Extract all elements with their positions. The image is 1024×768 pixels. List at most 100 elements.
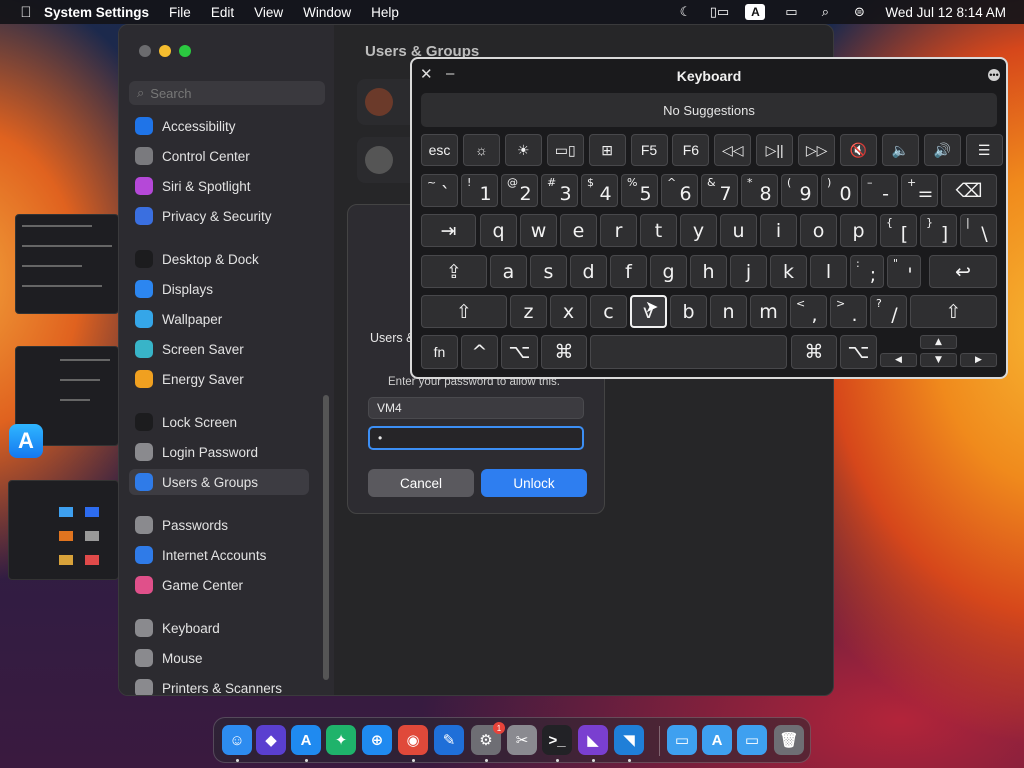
trash-icon[interactable]: 🗑 — [774, 725, 804, 755]
key-=[interactable]: + = — [901, 174, 938, 207]
play-pause-key[interactable]: ▷|| — [756, 134, 794, 166]
arrow-right-key[interactable]: ▶ — [960, 353, 997, 367]
key-punct-0[interactable]: :; — [850, 255, 884, 288]
key-j[interactable]: j — [730, 255, 767, 288]
app-menu[interactable]: System Settings — [44, 5, 149, 20]
key-punct-1[interactable]: " ' — [887, 255, 921, 288]
key-l[interactable]: l — [810, 255, 847, 288]
key--[interactable]: – - — [861, 174, 898, 207]
right-command-key[interactable]: ⌘ — [791, 335, 837, 369]
return-key[interactable]: ↩ — [929, 255, 997, 288]
volume-up-key[interactable]: 🔊 — [923, 134, 961, 166]
key-g[interactable]: g — [650, 255, 687, 288]
folder-icon[interactable]: ▭ — [667, 725, 697, 755]
key-8[interactable]: * 8 — [741, 174, 778, 207]
close-window-button[interactable] — [139, 45, 151, 57]
caps-lock-key[interactable]: ⇪ — [421, 255, 487, 288]
right-shift-key[interactable]: ⇧ — [910, 295, 997, 328]
control-key[interactable]: ^ — [461, 335, 498, 369]
key-w[interactable]: w — [520, 214, 557, 247]
key-b[interactable]: b — [670, 295, 707, 328]
volume-down-key[interactable]: 🔈 — [881, 134, 919, 166]
key-5[interactable]: % 5 — [621, 174, 658, 207]
brightness-down-key[interactable]: ☼ — [462, 134, 500, 166]
key-n[interactable]: n — [710, 295, 747, 328]
arrow-down-key[interactable]: ▼ — [920, 353, 957, 367]
key-m[interactable]: m — [750, 295, 787, 328]
input-source-icon[interactable]: A — [745, 4, 766, 20]
stage-thumbnail-3[interactable] — [8, 480, 119, 580]
rewind-key[interactable]: ◁◁ — [714, 134, 752, 166]
key-4[interactable]: $4 — [581, 174, 618, 207]
left-command-key[interactable]: ⌘ — [541, 335, 587, 369]
spotlight-search-icon[interactable]: ⌕ — [817, 4, 833, 19]
key-d[interactable]: d — [570, 255, 607, 288]
key-punct-row4-1[interactable]: >. — [830, 295, 867, 328]
fast-forward-key[interactable]: ▷▷ — [798, 134, 836, 166]
space-key[interactable] — [590, 335, 787, 369]
left-option-key[interactable]: ⌥ — [501, 335, 538, 369]
right-option-key[interactable]: ⌥ — [840, 335, 877, 369]
sidebar-item-privacy-security[interactable]: Privacy & Security — [129, 203, 309, 229]
menu-clock[interactable]: Wed Jul 12 8:14 AM — [885, 5, 1006, 20]
app-store-icon[interactable]: A — [291, 725, 321, 755]
sidebar-item-keyboard[interactable]: Keyboard — [129, 615, 309, 641]
sidebar-item-control-center[interactable]: Control Center — [129, 143, 309, 169]
sidebar-item-siri-spotlight[interactable]: Siri & Spotlight — [129, 173, 309, 199]
key-1[interactable]: ! 1 — [461, 174, 498, 207]
apple-icon[interactable]:  — [8, 4, 44, 21]
sidebar-item-login-password[interactable]: Login Password — [129, 439, 309, 465]
minimize-window-button[interactable] — [159, 45, 171, 57]
f6-key[interactable]: F6 — [672, 134, 710, 166]
utilities-icon[interactable]: ✂ — [507, 725, 537, 755]
key-i[interactable]: i — [760, 214, 797, 247]
key-h[interactable]: h — [690, 255, 727, 288]
screen-mirroring-icon[interactable]: ▭ — [783, 4, 799, 19]
cancel-button[interactable]: Cancel — [368, 469, 474, 497]
menu-file[interactable]: File — [169, 5, 191, 20]
downloads-folder-icon[interactable]: ▭ — [737, 725, 767, 755]
key-bracket-2[interactable]: | \ — [960, 214, 997, 247]
key-e[interactable]: e — [560, 214, 597, 247]
safari-icon[interactable]: ⊕ — [362, 725, 392, 755]
sidebar-item-internet-accounts[interactable]: Internet Accounts — [129, 542, 309, 568]
vscode-icon[interactable]: ◥ — [614, 725, 644, 755]
key-q[interactable]: q — [480, 214, 517, 247]
key-x[interactable]: x — [550, 295, 587, 328]
terminal-icon[interactable]: >_ — [542, 725, 572, 755]
key-punct-row4-2[interactable]: ? / — [870, 295, 907, 328]
key-k[interactable]: k — [770, 255, 807, 288]
key-7[interactable]: & 7 — [701, 174, 738, 207]
delete-key[interactable]: ⌫ — [941, 174, 997, 207]
key-a[interactable]: a — [490, 255, 527, 288]
menu-window[interactable]: Window — [303, 5, 351, 20]
arrow-left-key[interactable]: ◀ — [880, 353, 917, 367]
stage-thumbnail-1[interactable] — [15, 214, 119, 314]
key-t[interactable]: t — [640, 214, 677, 247]
brightness-up-key[interactable]: ☀ — [504, 134, 542, 166]
zoom-window-button[interactable] — [179, 45, 191, 57]
key-punct-row4-0[interactable]: <, — [790, 295, 827, 328]
sidebar-item-mouse[interactable]: Mouse — [129, 645, 309, 671]
app-store-icon[interactable]: A — [9, 424, 43, 458]
menu-view[interactable]: View — [254, 5, 283, 20]
applications-folder-icon[interactable]: A — [702, 725, 732, 755]
sidebar-item-accessibility[interactable]: Accessibility — [129, 113, 309, 139]
key-9[interactable]: (9 — [781, 174, 818, 207]
chrome-icon[interactable]: ◉ — [398, 725, 428, 755]
key-y[interactable]: y — [680, 214, 717, 247]
finder-icon[interactable]: ☺ — [222, 725, 252, 755]
key-3[interactable]: #3 — [541, 174, 578, 207]
left-shift-key[interactable]: ⇧ — [421, 295, 507, 328]
menu-edit[interactable]: Edit — [211, 5, 234, 20]
password-field[interactable]: • — [368, 426, 584, 450]
key-u[interactable]: u — [720, 214, 757, 247]
stage-manager-icon[interactable]: ▯▭ — [710, 4, 729, 19]
key-s[interactable]: s — [530, 255, 567, 288]
list-key[interactable]: ☰ — [965, 134, 1003, 166]
sidebar-item-displays[interactable]: Displays — [129, 276, 309, 302]
launchpad-key[interactable]: ⊞ — [588, 134, 626, 166]
sidebar-item-energy-saver[interactable]: Energy Saver — [129, 366, 309, 392]
sidebar-item-wallpaper[interactable]: Wallpaper — [129, 306, 309, 332]
key-z[interactable]: z — [510, 295, 547, 328]
